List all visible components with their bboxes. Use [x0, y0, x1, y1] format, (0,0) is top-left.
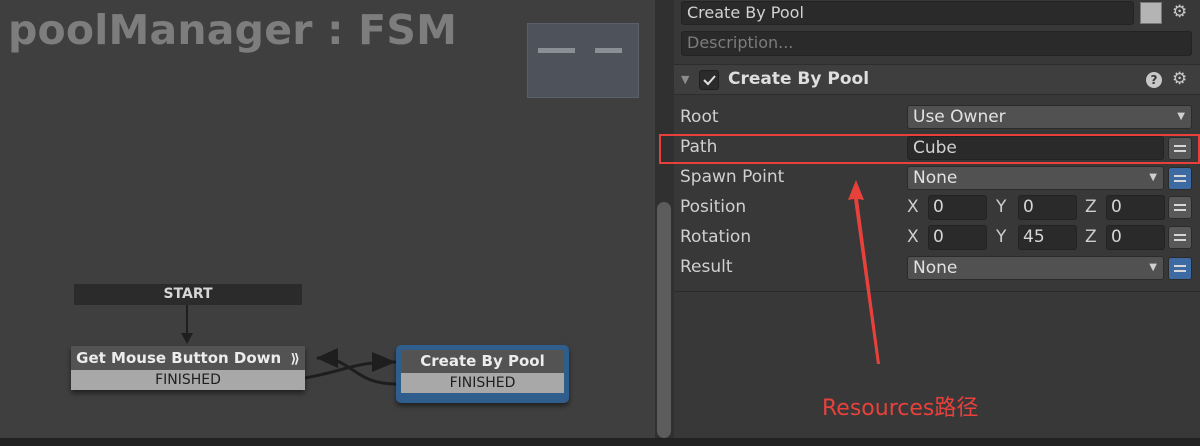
state-get-mouse-button-down[interactable]: Get Mouse Button Down ⟫ FINISHED — [71, 346, 305, 390]
foldout-arrow-icon[interactable]: ▼ — [681, 73, 689, 86]
state-name: Get Mouse Button Down — [76, 349, 282, 367]
graph-scrollbar-thumb[interactable] — [657, 202, 671, 438]
position-y-label: Y — [996, 197, 1007, 217]
rotation-label: Rotation — [680, 227, 752, 247]
rotation-y-input[interactable]: 45 — [1018, 225, 1077, 250]
rotation-x-input[interactable]: 0 — [928, 225, 987, 250]
state-name: Create By Pool — [401, 350, 564, 373]
rotation-z-label: Z — [1085, 227, 1097, 247]
gear-icon[interactable]: ⚙ — [1172, 4, 1187, 21]
root-label: Root — [680, 107, 719, 127]
state-title: Get Mouse Button Down ⟫ — [71, 346, 305, 370]
position-x-input[interactable]: 0 — [928, 195, 987, 220]
help-icon[interactable]: ? — [1146, 72, 1162, 88]
result-dropdown[interactable]: None ▼ — [907, 256, 1164, 280]
bottom-toolbar — [0, 438, 1200, 446]
rotation-y-label: Y — [996, 227, 1007, 247]
inspector-divider — [674, 291, 1200, 292]
transition-event-finished[interactable]: FINISHED — [71, 370, 305, 390]
dropdown-arrow-icon: ▼ — [1149, 172, 1157, 183]
rotation-z-input[interactable]: 0 — [1106, 225, 1165, 250]
back-arrowhead — [316, 348, 338, 368]
start-edge-arrowhead — [181, 333, 193, 344]
dropdown-arrow-icon: ▼ — [1177, 111, 1185, 122]
action-enabled-checkbox[interactable] — [699, 70, 719, 90]
state-color-swatch[interactable] — [1140, 2, 1162, 24]
description-field[interactable]: Description... — [681, 31, 1192, 56]
spawn-point-dropdown[interactable]: None ▼ — [907, 166, 1164, 190]
forward-arrowhead — [372, 352, 396, 372]
annotation-text: Resources路径 — [822, 396, 979, 421]
dropdown-arrow-icon: ▼ — [1149, 262, 1157, 273]
rotation-x-label: X — [907, 227, 919, 247]
transition-event-finished[interactable]: FINISHED — [401, 373, 564, 393]
variable-toggle-icon[interactable] — [1168, 226, 1192, 249]
result-label: Result — [680, 257, 733, 277]
state-name-field[interactable]: Create By Pool — [681, 1, 1134, 25]
root-value: Use Owner — [913, 107, 1006, 127]
variable-toggle-icon[interactable] — [1168, 257, 1192, 280]
position-label: Position — [680, 197, 747, 217]
start-node[interactable]: START — [74, 284, 302, 305]
action-title: Create By Pool — [728, 69, 870, 89]
position-z-label: Z — [1085, 197, 1097, 217]
position-z-input[interactable]: 0 — [1106, 195, 1165, 220]
fsm-graph-panel[interactable]: poolManager : FSM START Get Mouse Button… — [0, 0, 655, 438]
action-indicator-icon: ⟫ — [290, 352, 300, 367]
spawn-point-label: Spawn Point — [680, 167, 785, 187]
checkmark-icon — [703, 75, 716, 86]
position-y-input[interactable]: 0 — [1018, 195, 1077, 220]
variable-toggle-icon[interactable] — [1168, 167, 1192, 190]
gear-icon[interactable]: ⚙ — [1172, 71, 1187, 88]
position-x-label: X — [907, 197, 919, 217]
root-dropdown[interactable]: Use Owner ▼ — [907, 105, 1192, 129]
variable-toggle-icon[interactable] — [1168, 196, 1192, 219]
spawn-point-value: None — [913, 168, 958, 188]
annotation-highlight-box — [659, 134, 1200, 164]
result-value: None — [913, 258, 958, 278]
state-create-by-pool[interactable]: Create By Pool FINISHED — [396, 345, 569, 403]
